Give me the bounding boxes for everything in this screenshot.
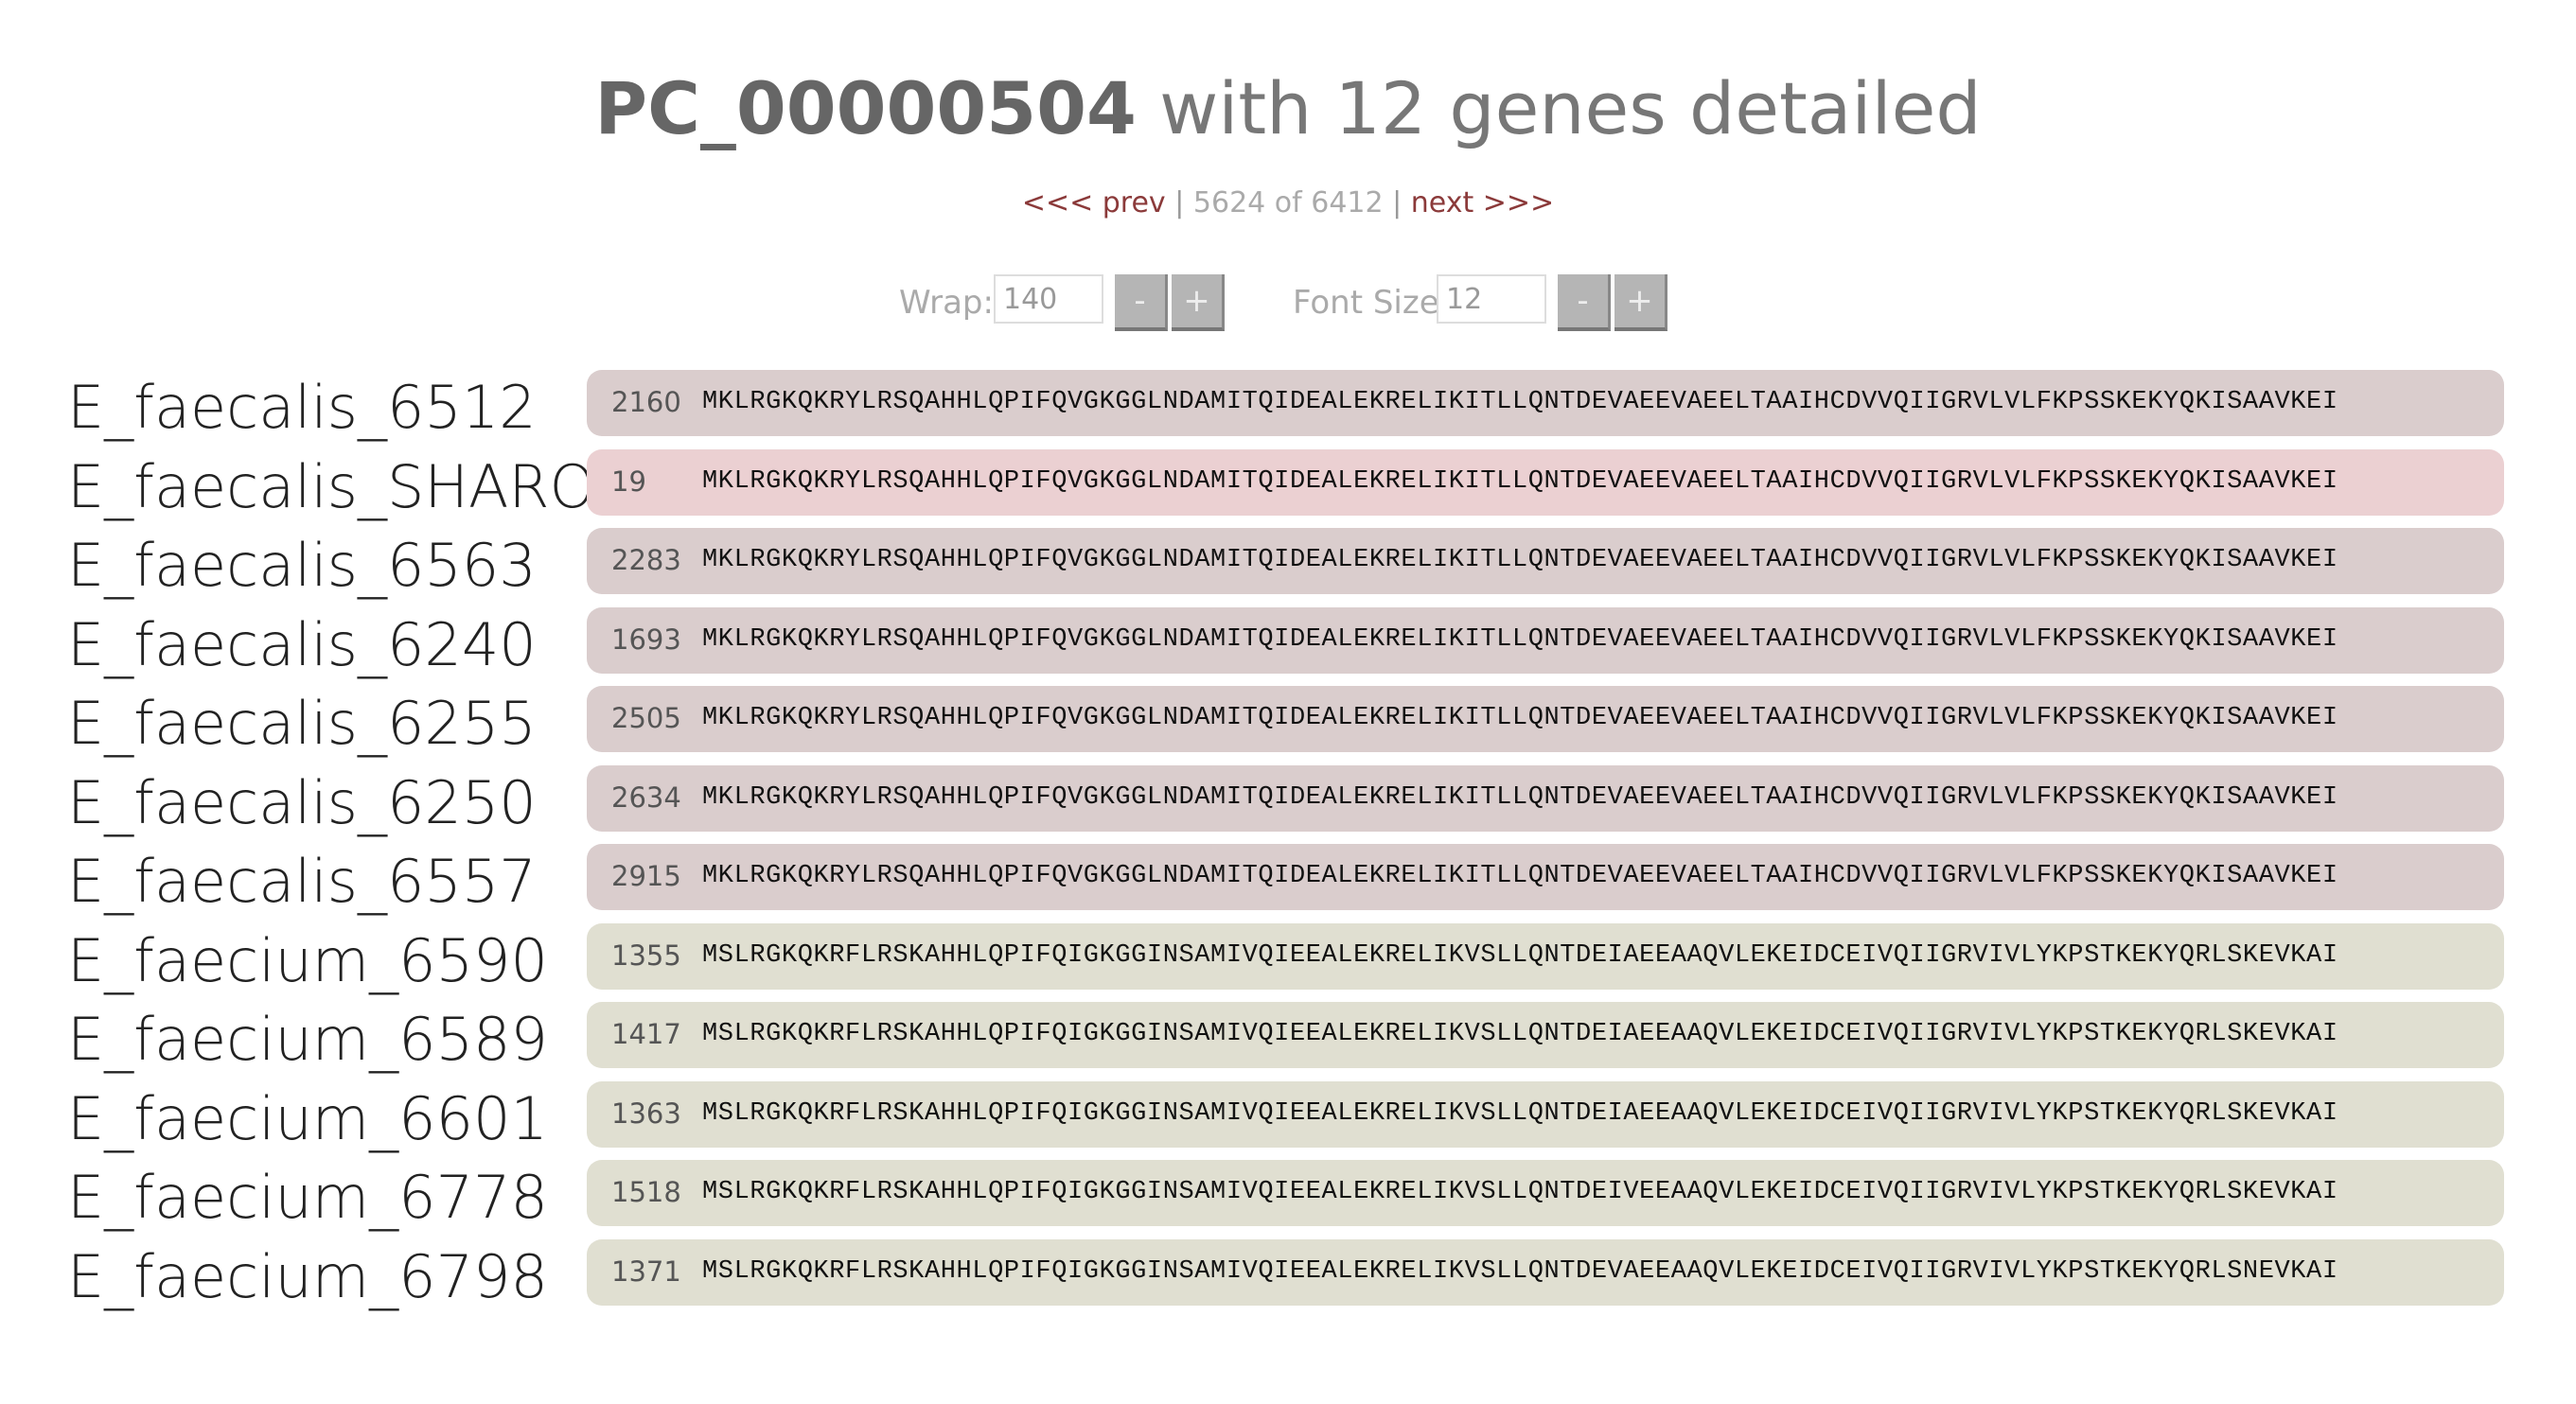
font-size-label: Font Size: (1293, 284, 1451, 322)
gene-name[interactable]: E_faecalis_6512 (67, 368, 537, 448)
gene-name[interactable]: E_faecalis_6250 (67, 763, 537, 843)
sequence-text: MSLRGKQKRFLRSKAHHLQPIFQIGKGGINSAMIVQIEEA… (702, 1020, 2338, 1048)
sequence-position: 2915 (611, 860, 681, 892)
sequence-box: 19 MKLRGKQKRYLRSQAHHLQPIFQVGKGGLNDAMITQID… (587, 448, 2504, 516)
font-size-input[interactable] (1437, 274, 1546, 324)
sequence-position: 1363 (611, 1097, 681, 1130)
sequence-position: 1693 (611, 623, 681, 656)
sequence-position: 1417 (611, 1018, 681, 1050)
gene-name[interactable]: E_faecium_6601 (67, 1079, 548, 1159)
sequence-box: 1363 MSLRGKQKRFLRSKAHHLQPIFQIGKGGINSAMIVQ… (587, 1080, 2504, 1148)
sequence-box: 2505 MKLRGKQKRYLRSQAHHLQPIFQVGKGGLNDAMITQ… (587, 686, 2504, 752)
sequence-position: 1355 (611, 939, 681, 972)
sequence-box: 2283 MKLRGKQKRYLRSQAHHLQPIFQVGKGGLNDAMITQ… (587, 528, 2504, 594)
wrap-input[interactable] (994, 274, 1103, 324)
title-suffix: with 12 genes detailed (1136, 66, 1982, 150)
gene-row: E_faecalis_6240 1693 MKLRGKQKRYLRSQAHHLQPI… (0, 602, 2576, 681)
sequence-box: 1371 MSLRGKQKRFLRSKAHHLQPIFQIGKGGINSAMIVQ… (587, 1238, 2504, 1306)
pager: <<< prev | 5624 of 6412 | next >>> (0, 183, 2576, 224)
gene-row: E_faecium_6778 1518 MSLRGKQKRFLRSKAHHLQPIF… (0, 1154, 2576, 1234)
gene-row: E_faecium_6590 1355 MSLRGKQKRFLRSKAHHLQPIF… (0, 918, 2576, 997)
sequence-position: 2634 (611, 781, 681, 814)
sequence-box: 1417 MSLRGKQKRFLRSKAHHLQPIFQIGKGGINSAMIVQ… (587, 1002, 2504, 1068)
wrap-decrease-button[interactable]: - (1115, 274, 1168, 331)
gene-row: E_faecium_6601 1363 MSLRGKQKRFLRSKAHHLQPIF… (0, 1076, 2576, 1155)
sequence-position: 1371 (611, 1255, 681, 1288)
gene-row: E_faecalis_6557 2915 MKLRGKQKRYLRSQAHHLQPI… (0, 838, 2576, 918)
sequence-text: MKLRGKQKRYLRSQAHHLQPIFQVGKGGLNDAMITQIDEA… (702, 546, 2338, 574)
gene-name[interactable]: E_faecium_6798 (67, 1237, 548, 1317)
wrap-increase-button[interactable]: + (1172, 274, 1225, 331)
page-title: PC_00000504 with 12 genes detailed (0, 57, 2576, 161)
sequence-box: 1355 MSLRGKQKRFLRSKAHHLQPIFQIGKGGINSAMIVQ… (587, 922, 2504, 990)
display-controls: Wrap: - + Font Size: - + (0, 274, 2576, 333)
sequence-text: MKLRGKQKRYLRSQAHHLQPIFQVGKGGLNDAMITQIDEA… (702, 782, 2338, 812)
pager-separator: | (1392, 186, 1403, 219)
prev-link[interactable]: <<< prev (1022, 186, 1166, 219)
gene-row: E_faecium_6798 1371 MSLRGKQKRFLRSKAHHLQPIF… (0, 1234, 2576, 1313)
pager-position: 5624 of 6412 (1192, 186, 1384, 219)
gene-row: E_faecalis_6255 2505 MKLRGKQKRYLRSQAHHLQPI… (0, 680, 2576, 760)
next-link[interactable]: next >>> (1411, 186, 1554, 219)
gene-row: E_faecalis_6512 2160 MKLRGKQKRYLRSQAHHLQPI… (0, 364, 2576, 444)
sequence-text: MSLRGKQKRFLRSKAHHLQPIFQIGKGGINSAMIVQIEEA… (702, 1256, 2338, 1286)
sequence-box: 2915 MKLRGKQKRYLRSQAHHLQPIFQVGKGGLNDAMITQ… (587, 844, 2504, 910)
sequence-box: 1693 MKLRGKQKRYLRSQAHHLQPIFQVGKGGLNDAMITQ… (587, 606, 2504, 674)
gene-row: E_faecium_6589 1417 MSLRGKQKRFLRSKAHHLQPIF… (0, 996, 2576, 1076)
gene-row: E_faecalis_6250 2634 MKLRGKQKRYLRSQAHHLQPI… (0, 760, 2576, 839)
pager-separator: | (1174, 186, 1185, 219)
sequence-text: MSLRGKQKRFLRSKAHHLQPIFQIGKGGINSAMIVQIEEA… (702, 1098, 2338, 1128)
gene-name[interactable]: E_faecalis_6240 (67, 605, 537, 685)
sequence-box: 2634 MKLRGKQKRYLRSQAHHLQPIFQVGKGGLNDAMITQ… (587, 764, 2504, 832)
sequence-position: 1518 (611, 1176, 681, 1208)
sequence-text: MKLRGKQKRYLRSQAHHLQPIFQVGKGGLNDAMITQIDEA… (702, 388, 2338, 416)
gene-name[interactable]: E_faecalis_6563 (67, 526, 537, 605)
sequence-position: 2283 (611, 544, 681, 576)
font-size-increase-button[interactable]: + (1614, 274, 1667, 331)
gene-row: E_faecalis_6563 2283 MKLRGKQKRYLRSQAHHLQPI… (0, 522, 2576, 602)
sequence-box: 1518 MSLRGKQKRFLRSKAHHLQPIFQIGKGGINSAMIVQ… (587, 1160, 2504, 1226)
sequence-position: 2505 (611, 702, 681, 734)
font-size-decrease-button[interactable]: - (1558, 274, 1611, 331)
gene-name[interactable]: E_faecalis_SHARON (67, 448, 640, 527)
gene-name[interactable]: E_faecium_6589 (67, 1000, 548, 1079)
sequence-position: 2160 (611, 386, 681, 418)
cluster-id: PC_00000504 (594, 66, 1137, 150)
sequence-text: MKLRGKQKRYLRSQAHHLQPIFQVGKGGLNDAMITQIDEA… (702, 466, 2338, 496)
sequence-text: MSLRGKQKRFLRSKAHHLQPIFQIGKGGINSAMIVQIEEA… (702, 1178, 2338, 1206)
sequence-text: MKLRGKQKRYLRSQAHHLQPIFQVGKGGLNDAMITQIDEA… (702, 624, 2338, 654)
sequence-position: 19 (611, 465, 646, 498)
sequence-text: MKLRGKQKRYLRSQAHHLQPIFQVGKGGLNDAMITQIDEA… (702, 704, 2338, 732)
gene-row: E_faecalis_SHARON 19 MKLRGKQKRYLRSQAHHLQPI… (0, 444, 2576, 523)
gene-name[interactable]: E_faecium_6778 (67, 1158, 548, 1237)
sequence-box: 2160 MKLRGKQKRYLRSQAHHLQPIFQVGKGGLNDAMITQ… (587, 370, 2504, 436)
gene-name[interactable]: E_faecalis_6557 (67, 842, 537, 921)
sequence-text: MKLRGKQKRYLRSQAHHLQPIFQVGKGGLNDAMITQIDEA… (702, 862, 2338, 890)
gene-name[interactable]: E_faecium_6590 (67, 921, 548, 1001)
gene-name[interactable]: E_faecalis_6255 (67, 684, 537, 763)
wrap-label: Wrap: (899, 284, 994, 322)
sequence-text: MSLRGKQKRFLRSKAHHLQPIFQIGKGGINSAMIVQIEEA… (702, 940, 2338, 970)
